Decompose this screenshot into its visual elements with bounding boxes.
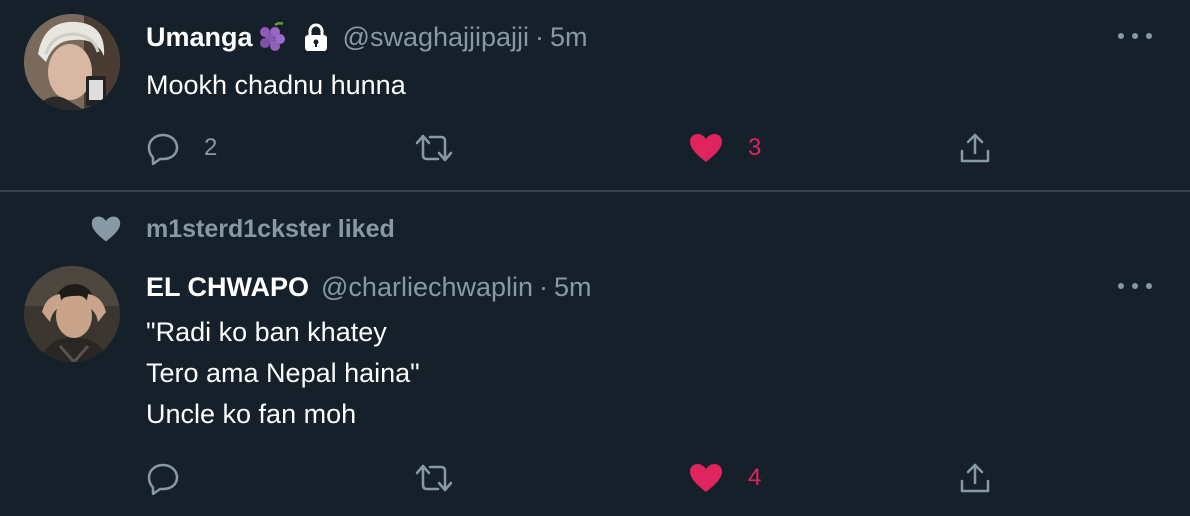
social-context[interactable]: m1sterd1ckster liked [90,214,395,244]
more-icon[interactable] [1118,276,1152,296]
user-handle[interactable]: @swaghajjipajji [343,20,530,54]
user-handle[interactable]: @charliechwaplin [321,270,533,304]
tweet-text: "Radi ko ban khatey Tero ama Nepal haina… [146,312,420,435]
tweet-header: EL CHWAPO @charliechwaplin · 5m [146,270,592,304]
retweet-button[interactable] [414,128,478,168]
tweet-header: Umanga @swaghajjipajji · 5m [146,20,588,54]
timestamp[interactable]: 5m [550,20,588,54]
like-button[interactable]: 4 [688,458,761,498]
heart-icon [91,216,121,242]
tweet[interactable]: Umanga @swaghajjipajji · 5m Mookh chadnu… [0,0,1190,190]
tweet-actions: 2 3 [0,128,1190,168]
share-button[interactable] [958,458,992,498]
like-button[interactable]: 3 [688,128,761,168]
retweet-icon [414,461,454,495]
tweet[interactable]: m1sterd1ckster liked EL CHWAPO @charliec… [0,192,1190,516]
heart-icon [688,462,724,494]
separator-dot: · [539,272,549,302]
like-count: 4 [748,464,762,491]
retweet-icon [414,131,454,165]
grapes-emoji-icon [255,22,289,52]
tweet-text-line: Uncle ko fan moh [146,399,357,429]
retweet-button[interactable] [414,458,478,498]
tweet-text-line: Tero ama Nepal haina" [146,358,420,388]
more-icon[interactable] [1118,26,1152,46]
tweet-text-line: "Radi ko ban khatey [146,317,387,347]
reply-count: 2 [204,134,218,161]
avatar[interactable] [24,14,120,110]
share-icon [958,461,992,495]
display-name[interactable]: EL CHWAPO [146,270,309,304]
like-count: 3 [748,134,762,161]
share-icon [958,131,992,165]
tweet-text: Mookh chadnu hunna [146,65,406,106]
lock-icon [301,22,331,52]
tweet-actions: 4 [0,458,1190,498]
avatar[interactable] [24,266,120,362]
display-name[interactable]: Umanga [146,20,253,54]
heart-icon [688,132,724,164]
timeline: Umanga @swaghajjipajji · 5m Mookh chadnu… [0,0,1190,516]
reply-icon [146,461,180,495]
reply-button[interactable]: 2 [146,128,217,168]
timestamp[interactable]: 5m [554,270,592,304]
reply-button[interactable] [146,458,204,498]
reply-icon [146,131,180,165]
tweet-text-line: Mookh chadnu hunna [146,70,406,100]
social-context-text: m1sterd1ckster liked [146,214,395,243]
separator-dot: · [535,22,545,52]
share-button[interactable] [958,128,992,168]
